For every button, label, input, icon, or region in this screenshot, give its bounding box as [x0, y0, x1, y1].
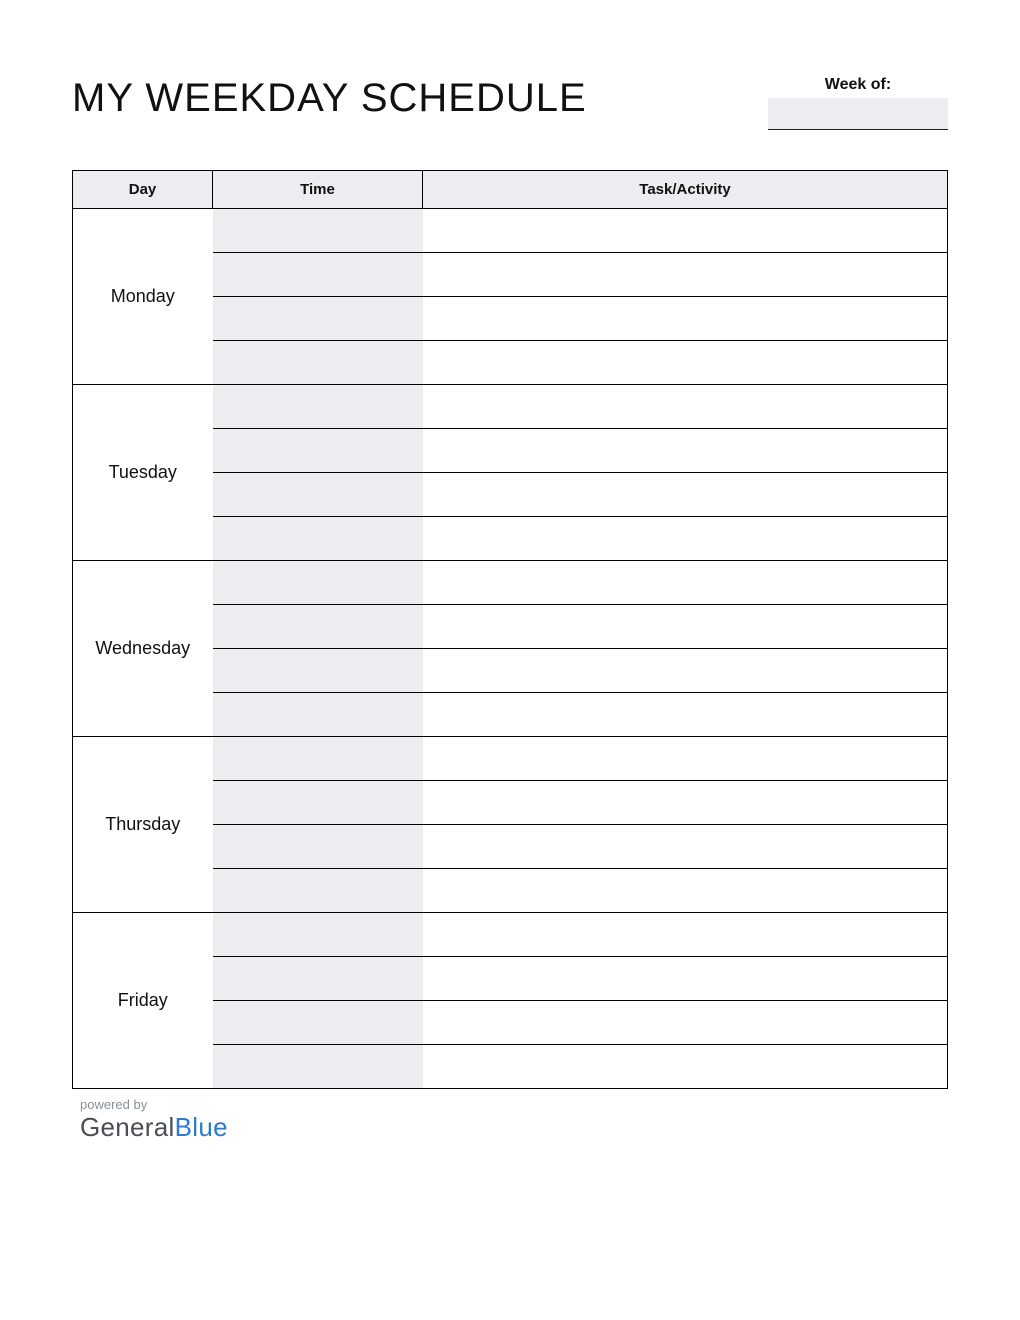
- page-title: MY WEEKDAY SCHEDULE: [72, 76, 587, 121]
- powered-by-label: powered by: [80, 1097, 948, 1112]
- col-header-day: Day: [73, 171, 213, 209]
- task-cell[interactable]: [423, 913, 948, 957]
- time-cell[interactable]: [213, 473, 423, 517]
- day-cell: Tuesday: [73, 385, 213, 561]
- brand-logo: GeneralBlue: [80, 1112, 948, 1143]
- week-of-label: Week of:: [825, 76, 891, 94]
- time-cell[interactable]: [213, 297, 423, 341]
- time-cell[interactable]: [213, 253, 423, 297]
- brand-first: General: [80, 1112, 175, 1142]
- time-cell[interactable]: [213, 1001, 423, 1045]
- time-cell[interactable]: [213, 693, 423, 737]
- task-cell[interactable]: [423, 429, 948, 473]
- time-cell[interactable]: [213, 517, 423, 561]
- day-cell: Thursday: [73, 737, 213, 913]
- task-cell[interactable]: [423, 693, 948, 737]
- col-header-task: Task/Activity: [423, 171, 948, 209]
- task-cell[interactable]: [423, 341, 948, 385]
- task-cell[interactable]: [423, 869, 948, 913]
- time-cell[interactable]: [213, 957, 423, 1001]
- task-cell[interactable]: [423, 473, 948, 517]
- week-of-input[interactable]: [768, 98, 948, 130]
- week-of-block: Week of:: [768, 76, 948, 130]
- task-cell[interactable]: [423, 385, 948, 429]
- day-cell: Friday: [73, 913, 213, 1089]
- task-cell[interactable]: [423, 737, 948, 781]
- time-cell[interactable]: [213, 561, 423, 605]
- task-cell[interactable]: [423, 781, 948, 825]
- time-cell[interactable]: [213, 649, 423, 693]
- day-cell: Monday: [73, 209, 213, 385]
- task-cell[interactable]: [423, 1001, 948, 1045]
- task-cell[interactable]: [423, 825, 948, 869]
- task-cell[interactable]: [423, 517, 948, 561]
- time-cell[interactable]: [213, 605, 423, 649]
- task-cell[interactable]: [423, 209, 948, 253]
- day-cell: Wednesday: [73, 561, 213, 737]
- time-cell[interactable]: [213, 1045, 423, 1089]
- footer: powered by GeneralBlue: [72, 1097, 948, 1143]
- time-cell[interactable]: [213, 869, 423, 913]
- task-cell[interactable]: [423, 957, 948, 1001]
- time-cell[interactable]: [213, 913, 423, 957]
- time-cell[interactable]: [213, 209, 423, 253]
- task-cell[interactable]: [423, 649, 948, 693]
- time-cell[interactable]: [213, 737, 423, 781]
- time-cell[interactable]: [213, 429, 423, 473]
- time-cell[interactable]: [213, 341, 423, 385]
- task-cell[interactable]: [423, 253, 948, 297]
- time-cell[interactable]: [213, 825, 423, 869]
- task-cell[interactable]: [423, 297, 948, 341]
- brand-second: Blue: [175, 1112, 228, 1142]
- col-header-time: Time: [213, 171, 423, 209]
- time-cell[interactable]: [213, 385, 423, 429]
- time-cell[interactable]: [213, 781, 423, 825]
- task-cell[interactable]: [423, 1045, 948, 1089]
- task-cell[interactable]: [423, 561, 948, 605]
- task-cell[interactable]: [423, 605, 948, 649]
- schedule-table: Day Time Task/Activity MondayTuesdayWedn…: [72, 170, 948, 1089]
